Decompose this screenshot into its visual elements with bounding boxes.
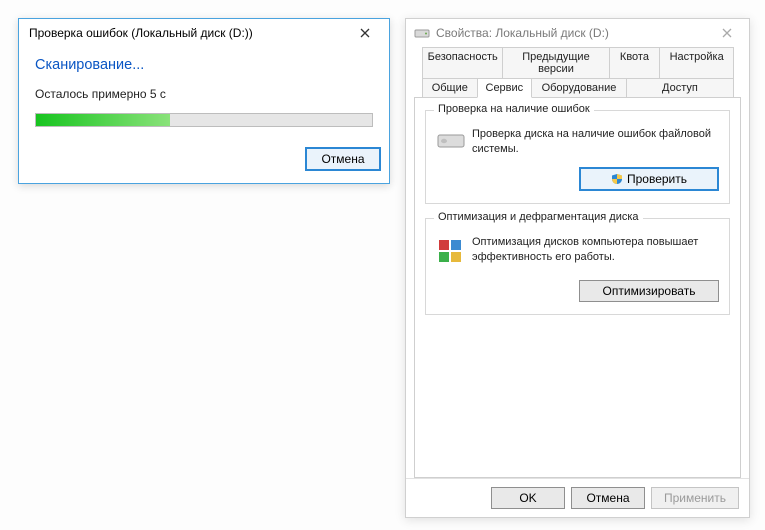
properties-title: Свойства: Локальный диск (D:)	[436, 26, 711, 40]
time-remaining: Осталось примерно 5 с	[35, 87, 373, 101]
shield-icon	[611, 173, 623, 185]
optimize-button[interactable]: Оптимизировать	[579, 280, 719, 302]
close-icon[interactable]	[711, 26, 743, 41]
ok-button[interactable]: OK	[491, 487, 565, 509]
dialog-body: Сканирование... Осталось примерно 5 с	[19, 47, 389, 137]
apply-button[interactable]: Применить	[651, 487, 739, 509]
drive-icon	[436, 127, 472, 156]
check-button[interactable]: Проверить	[579, 167, 719, 191]
tab-sharing[interactable]: Доступ	[626, 78, 734, 98]
tab-general[interactable]: Общие	[422, 78, 478, 98]
progress-fill	[36, 114, 170, 126]
properties-titlebar[interactable]: Свойства: Локальный диск (D:)	[406, 19, 749, 47]
close-icon[interactable]	[345, 22, 385, 44]
cancel-button[interactable]: Отмена	[305, 147, 381, 171]
group-error-checking: Проверка на наличие ошибок Проверка диск…	[425, 110, 730, 204]
cancel-button[interactable]: Отмена	[571, 487, 645, 509]
error-check-progress-dialog: Проверка ошибок (Локальный диск (D:)) Ск…	[18, 18, 390, 184]
dialog-titlebar[interactable]: Проверка ошибок (Локальный диск (D:))	[19, 19, 389, 47]
tab-quota[interactable]: Квота	[609, 47, 661, 78]
dialog-title: Проверка ошибок (Локальный диск (D:))	[29, 26, 345, 40]
tab-strip: Безопасность Предыдущие версии Квота Нас…	[414, 47, 741, 98]
scan-heading: Сканирование...	[35, 57, 373, 73]
tab-panel-tools: Проверка на наличие ошибок Проверка диск…	[414, 97, 741, 478]
group-optimize: Оптимизация и дефрагментация диска Оптим…	[425, 218, 730, 315]
drive-properties-window: Свойства: Локальный диск (D:) Безопаснос…	[405, 18, 750, 518]
tab-tools[interactable]: Сервис	[477, 78, 533, 98]
drive-icon	[414, 27, 430, 39]
group-legend: Оптимизация и дефрагментация диска	[434, 211, 643, 223]
properties-button-bar: OK Отмена Применить	[406, 478, 749, 517]
group-text: Проверка диска на наличие ошибок файлово…	[472, 127, 719, 157]
group-legend: Проверка на наличие ошибок	[434, 103, 594, 115]
tab-previous-versions[interactable]: Предыдущие версии	[502, 47, 609, 78]
progress-bar	[35, 113, 373, 127]
tab-customize[interactable]: Настройка	[659, 47, 734, 78]
tab-security[interactable]: Безопасность	[422, 47, 503, 78]
tab-hardware[interactable]: Оборудование	[531, 78, 627, 98]
defrag-icon	[436, 235, 472, 270]
group-text: Оптимизация дисков компьютера повышает э…	[472, 235, 719, 265]
